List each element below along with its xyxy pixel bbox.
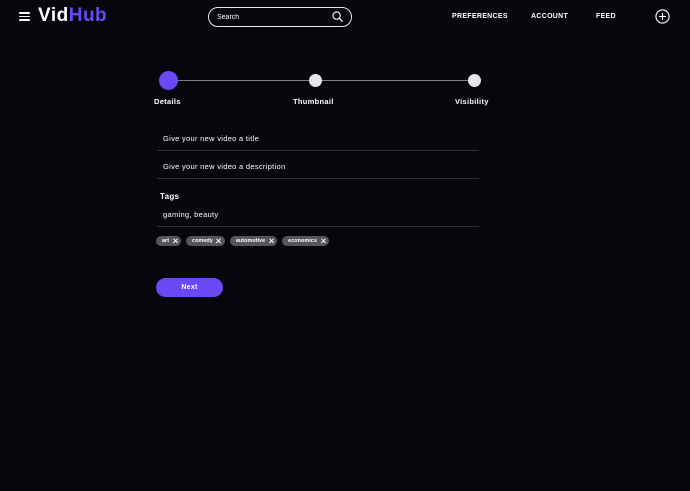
search-bar	[208, 7, 352, 27]
tag-chip-label: automotive	[235, 238, 266, 244]
search-icon[interactable]	[332, 11, 343, 22]
tag-chip-list: art comedy automotive economics	[156, 236, 329, 247]
menu-line	[19, 19, 30, 21]
description-field	[157, 155, 479, 179]
search-input[interactable]	[217, 11, 327, 23]
tag-chip: economics	[282, 236, 329, 246]
step-label-visibility: Visibility	[455, 97, 489, 106]
step-dot-details-active[interactable]	[159, 71, 178, 90]
close-icon[interactable]	[216, 238, 222, 244]
menu-line	[19, 15, 30, 18]
tags-input[interactable]	[163, 209, 463, 220]
logo-part-hub: Hub	[68, 5, 108, 26]
tags-label: Tags	[160, 192, 180, 201]
plus-circle-icon[interactable]	[655, 9, 670, 24]
step-dot-visibility[interactable]	[468, 74, 481, 87]
step-label-details: Details	[154, 97, 181, 106]
tag-chip-label: comedy	[192, 238, 213, 244]
video-description-input[interactable]	[163, 161, 463, 172]
tag-chip: comedy	[186, 236, 225, 246]
close-icon[interactable]	[172, 238, 178, 244]
close-icon[interactable]	[320, 238, 326, 244]
nav-feed[interactable]: FEED	[596, 12, 616, 21]
nav-account[interactable]: ACCOUNT	[531, 12, 568, 21]
video-title-input[interactable]	[163, 133, 463, 144]
nav-preferences[interactable]: PREFERENCES	[452, 12, 508, 21]
upload-stepper: Details Thumbnail Visibility	[0, 60, 690, 110]
tag-chip-label: economics	[288, 238, 317, 244]
hamburger-menu-icon[interactable]	[19, 12, 30, 21]
title-field	[157, 127, 479, 151]
next-button[interactable]: Next	[156, 278, 223, 297]
tags-field	[157, 203, 479, 227]
logo-part-vid: Vid	[38, 5, 69, 26]
tag-chip: art	[156, 236, 182, 246]
app-root: VidHub PREFERENCES ACCOUNT FEED Details …	[0, 0, 690, 491]
step-label-thumbnail: Thumbnail	[293, 97, 334, 106]
tag-chip-label: art	[162, 238, 170, 244]
top-bar: VidHub PREFERENCES ACCOUNT FEED	[0, 0, 690, 34]
menu-line	[19, 12, 30, 14]
close-icon[interactable]	[268, 238, 274, 244]
vidhub-logo[interactable]: VidHub	[38, 5, 107, 27]
step-dot-thumbnail[interactable]	[309, 74, 322, 87]
tag-chip: automotive	[229, 236, 278, 246]
